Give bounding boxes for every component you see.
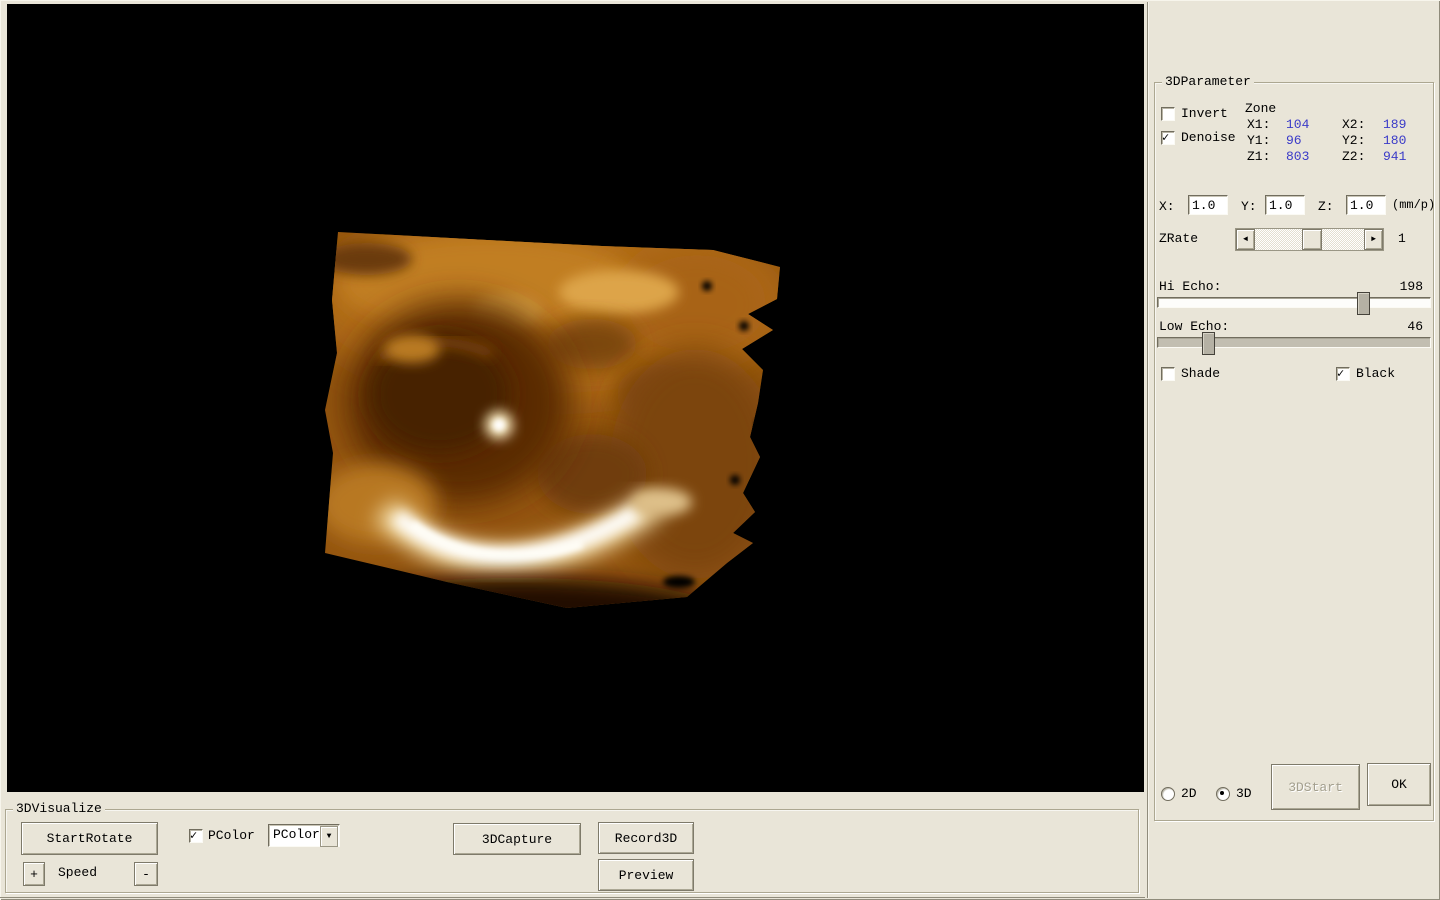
zone-y1-value: 96 (1286, 133, 1302, 148)
hi-echo-value: 198 (1399, 279, 1423, 294)
chevron-down-icon[interactable]: ▼ (320, 826, 338, 847)
group-3dparameter: 3DParameter Invert Denoise Zone X1: 104 … (1154, 74, 1436, 821)
zrate-right-arrow-icon[interactable]: ► (1364, 229, 1383, 250)
app-window: 3DParameter Invert Denoise Zone X1: 104 … (0, 0, 1440, 900)
hi-echo-label: Hi Echo: (1159, 279, 1222, 294)
zone-z2-value: 941 (1383, 149, 1407, 164)
zone-title: Zone (1245, 101, 1277, 116)
speed-minus-button[interactable]: - (134, 862, 158, 886)
low-echo-thumb[interactable] (1201, 332, 1215, 355)
3dstart-button[interactable]: 3DStart (1271, 764, 1360, 810)
pcolor-dropdown-value: PColor (273, 827, 320, 842)
zone-z2-label: Z2: (1342, 149, 1366, 164)
zone-y1-label: Y1: (1247, 133, 1271, 148)
mode-2d-label: 2D (1181, 786, 1197, 801)
ultrasound-volume-render (7, 4, 1144, 792)
low-echo-value: 46 (1407, 319, 1423, 334)
z-scale-input[interactable] (1346, 195, 1386, 215)
y-scale-label: Y: (1241, 199, 1257, 214)
zone-y2-label: Y2: (1342, 133, 1366, 148)
hi-echo-thumb[interactable] (1356, 292, 1370, 315)
group-3dvisualize-title: 3DVisualize (13, 801, 105, 816)
speed-plus-button[interactable]: + (23, 862, 45, 886)
zrate-scrollbar[interactable]: ◄ ► (1235, 228, 1384, 251)
denoise-checkbox[interactable] (1161, 130, 1175, 145)
preview-button[interactable]: Preview (598, 859, 694, 891)
low-echo-label: Low Echo: (1159, 319, 1230, 334)
hi-echo-slider[interactable] (1157, 292, 1431, 315)
visualize-panel: 3DVisualize StartRotate PColor PColor ▼ … (0, 795, 1145, 898)
zone-z1-label: Z1: (1247, 149, 1271, 164)
mode-2d-radio[interactable] (1161, 787, 1175, 801)
y-scale-input[interactable] (1265, 195, 1305, 215)
zone-z1-value: 803 (1286, 149, 1310, 164)
shade-checkbox[interactable] (1161, 367, 1175, 381)
zrate-left-arrow-icon[interactable]: ◄ (1236, 229, 1255, 250)
zone-x2-value: 189 (1383, 117, 1407, 132)
z-scale-label: Z: (1318, 199, 1334, 214)
3dcapture-button[interactable]: 3DCapture (453, 823, 581, 855)
zone-x2-label: X2: (1342, 117, 1366, 132)
speed-label: Speed (58, 865, 98, 880)
zone-y2-value: 180 (1383, 133, 1407, 148)
group-3dparameter-title: 3DParameter (1162, 74, 1254, 89)
ok-button[interactable]: OK (1367, 763, 1431, 806)
x-scale-input[interactable] (1188, 195, 1228, 215)
mode-3d-label: 3D (1236, 786, 1252, 801)
black-label: Black (1356, 366, 1396, 381)
denoise-label: Denoise (1181, 130, 1236, 145)
zrate-label: ZRate (1159, 231, 1199, 246)
black-checkbox[interactable] (1336, 366, 1350, 381)
scale-unit-label: (mm/p) (1392, 198, 1436, 212)
pcolor-dropdown[interactable]: PColor ▼ (268, 824, 340, 847)
x-scale-label: X: (1159, 199, 1175, 214)
mode-3d-radio[interactable] (1216, 787, 1230, 801)
zone-x1-value: 104 (1286, 117, 1310, 132)
parameter-panel: 3DParameter Invert Denoise Zone X1: 104 … (1147, 2, 1439, 898)
zrate-thumb[interactable] (1302, 229, 1323, 250)
zone-x1-label: X1: (1247, 117, 1271, 132)
zrate-value: 1 (1398, 231, 1406, 246)
shade-label: Shade (1181, 366, 1221, 381)
pcolor-checkbox[interactable] (189, 828, 203, 843)
start-rotate-button[interactable]: StartRotate (21, 822, 158, 855)
render-viewport[interactable] (7, 4, 1144, 792)
invert-label: Invert (1181, 106, 1228, 121)
pcolor-label: PColor (208, 828, 255, 843)
invert-checkbox[interactable] (1161, 107, 1175, 121)
record3d-button[interactable]: Record3D (598, 822, 694, 854)
low-echo-slider[interactable] (1157, 332, 1431, 355)
group-3dvisualize: 3DVisualize StartRotate PColor PColor ▼ … (5, 801, 1139, 893)
